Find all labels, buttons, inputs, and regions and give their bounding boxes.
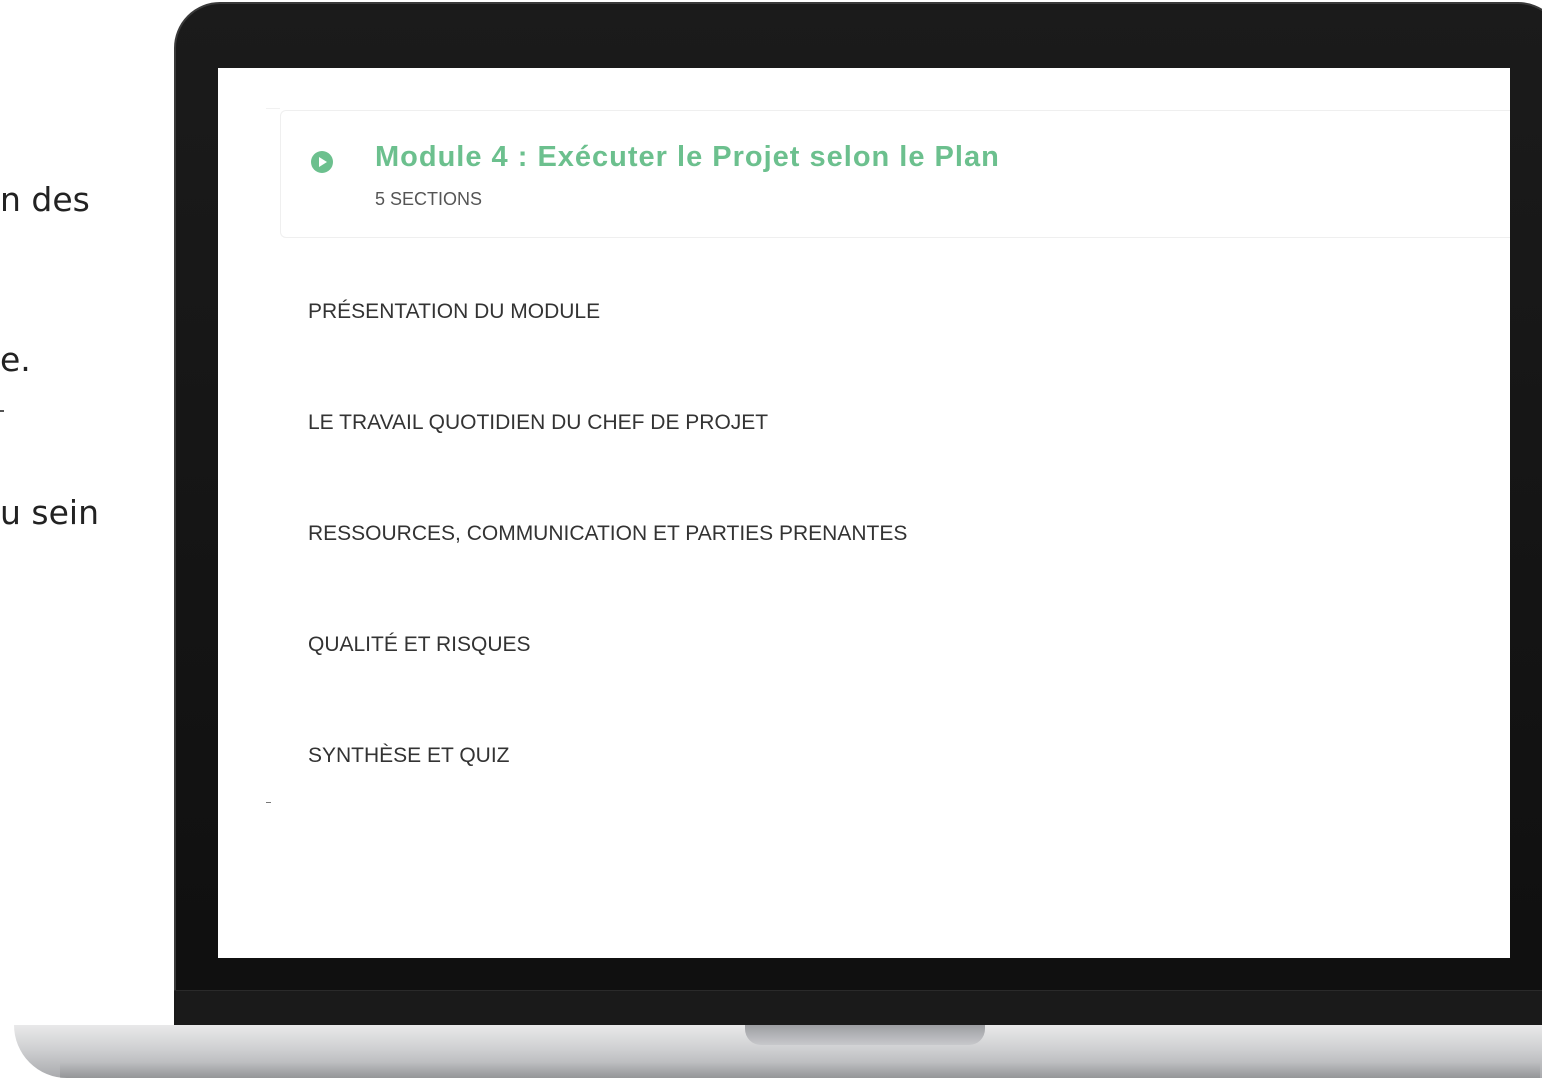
divider <box>0 410 4 412</box>
side-text-line: u sein <box>0 493 99 532</box>
cropped-side-text: n des e. u sein <box>0 0 160 600</box>
section-item-qualite-risques[interactable]: QUALITÉ ET RISQUES <box>308 633 531 657</box>
section-item-ressources[interactable]: RESSOURCES, COMMUNICATION ET PARTIES PRE… <box>308 522 907 546</box>
laptop-screen: Module 4 : Exécuter le Projet selon le P… <box>218 68 1510 958</box>
divider <box>266 802 271 803</box>
stage: n des e. u sein Module 4 : Exécuter le P… <box>0 0 1542 1078</box>
divider <box>266 108 280 109</box>
laptop-shadow <box>60 1062 1540 1078</box>
side-text-line: e. <box>0 340 31 379</box>
section-list: PRÉSENTATION DU MODULE LE TRAVAIL QUOTID… <box>308 68 1408 958</box>
section-item-synthese-quiz[interactable]: SYNTHÈSE ET QUIZ <box>308 744 509 768</box>
section-item-travail-quotidien[interactable]: LE TRAVAIL QUOTIDIEN DU CHEF DE PROJET <box>308 411 768 435</box>
laptop-notch <box>745 1025 985 1045</box>
laptop-hinge <box>174 990 1542 1028</box>
section-item-presentation[interactable]: PRÉSENTATION DU MODULE <box>308 300 600 324</box>
side-text-line: n des <box>0 180 90 219</box>
